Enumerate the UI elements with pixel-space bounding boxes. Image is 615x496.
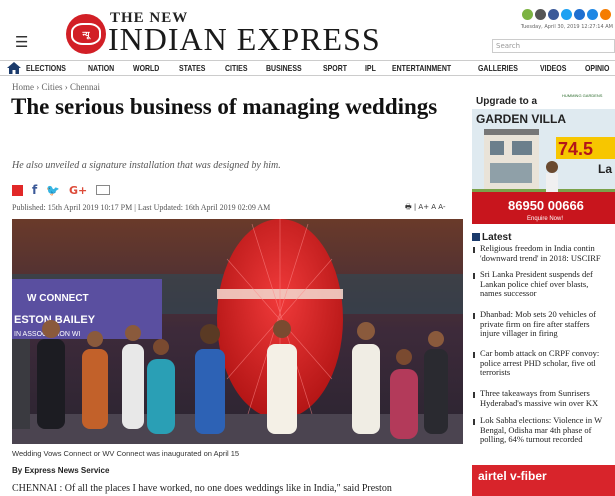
- home-icon[interactable]: [6, 61, 22, 75]
- event-photo: W CONNECT ESTON BAILEY IN ASSOCIATION WI: [12, 219, 463, 444]
- article-body: CHENNAI : Of all the places I have worke…: [12, 483, 392, 494]
- main-nav: ELECTIONS NATION WORLD STATES CITIES BUSINESS…: [0, 60, 615, 76]
- facebook-icon[interactable]: [548, 9, 559, 20]
- ad-phone: 86950 00666: [508, 198, 584, 213]
- nav-item-elections[interactable]: ELECTIONS: [26, 63, 66, 73]
- nav-item-ipl[interactable]: IPL: [365, 63, 376, 73]
- menu-icon[interactable]: ☰: [15, 33, 28, 51]
- twitter-share-icon[interactable]: 🐦: [46, 184, 60, 197]
- ad-cta: Enquire Now!: [527, 216, 563, 222]
- latest-item[interactable]: Three takeaways from Sunrisers Hyderabad…: [472, 389, 615, 408]
- breadcrumb[interactable]: Home › Cities › Chennai: [12, 82, 100, 92]
- latest-item[interactable]: Dhanbad: Mob sets 20 vehicles of private…: [472, 310, 615, 339]
- article-headline: The serious business of managing wedding…: [11, 94, 438, 119]
- google-plus-share-icon[interactable]: G+: [69, 184, 87, 197]
- nav-item-cities[interactable]: CITIES: [225, 63, 247, 73]
- article-subhead: He also unveiled a signature installatio…: [12, 160, 281, 171]
- ad-upgrade: Upgrade to a: [476, 96, 538, 107]
- article-photo[interactable]: W CONNECT ESTON BAILEY IN ASSOCIATION WI: [12, 219, 463, 444]
- ad-brand: HUMMING GARDENS: [562, 93, 603, 98]
- ad-headline: GARDEN VILLA: [476, 112, 566, 126]
- ad-garden-villa[interactable]: 74.5 La Upgrade to a HUMMING GARDENS GAR…: [472, 89, 615, 224]
- share-bar: f 🐦 G+: [12, 183, 111, 197]
- byline[interactable]: By Express News Service: [12, 466, 109, 475]
- nav-item-business[interactable]: BUSINESS: [266, 63, 302, 73]
- article-tools[interactable]: 🖶 | A+ A A-: [405, 203, 445, 214]
- ad-price: 74.5: [558, 139, 593, 159]
- latest-heading: Latest: [472, 232, 511, 243]
- facebook-share-icon[interactable]: f: [32, 183, 37, 197]
- nav-item-states[interactable]: STATES: [179, 63, 205, 73]
- nav-item-videos[interactable]: VIDEOS: [540, 63, 566, 73]
- latest-item[interactable]: Sri Lanka President suspends def Lankan …: [472, 270, 615, 299]
- email-share-icon[interactable]: [96, 185, 111, 195]
- logo-wordmark[interactable]: INDIAN EXPRESS: [108, 21, 381, 58]
- apple-icon[interactable]: [535, 9, 546, 20]
- nav-item-opinio[interactable]: OPINIO: [585, 63, 609, 73]
- latest-marker-icon: [472, 233, 480, 241]
- social-icons: [522, 9, 611, 20]
- article-meta: Published: 15th April 2019 10:17 PM | La…: [12, 203, 271, 212]
- nav-item-entertainment[interactable]: ENTERTAINMENT: [392, 63, 451, 73]
- twitter-icon[interactable]: [561, 9, 572, 20]
- latest-item[interactable]: Lok Sabha elections: Violence in W Benga…: [472, 416, 615, 445]
- ad-price-suffix: La: [598, 162, 612, 176]
- latest-item[interactable]: Car bomb attack on CRPF convoy: police a…: [472, 349, 615, 378]
- banner-logo: W CONNECT: [27, 293, 89, 304]
- nav-item-galleries[interactable]: GALLERIES: [478, 63, 518, 73]
- linkedin-icon[interactable]: [587, 9, 598, 20]
- search-input[interactable]: Search: [492, 39, 615, 53]
- dateline: Tuesday, April 30, 2019 12:27:14 AM: [520, 24, 613, 30]
- flipboard-icon[interactable]: [12, 184, 23, 196]
- latest-item[interactable]: Religious freedom in India contin 'downw…: [472, 244, 615, 263]
- google-plus-icon[interactable]: [574, 9, 585, 20]
- ad-airtel[interactable]: airtel v-fiber: [472, 465, 615, 496]
- nav-item-sport[interactable]: SPORT: [323, 63, 347, 73]
- logo-emblem[interactable]: न्यू: [66, 14, 106, 54]
- nav-item-world[interactable]: WORLD: [133, 63, 159, 73]
- android-icon[interactable]: [522, 9, 533, 20]
- nav-item-nation[interactable]: NATION: [88, 63, 114, 73]
- rss-icon[interactable]: [600, 9, 611, 20]
- photo-caption: Wedding Vows Connect or WV Connect was i…: [12, 449, 240, 458]
